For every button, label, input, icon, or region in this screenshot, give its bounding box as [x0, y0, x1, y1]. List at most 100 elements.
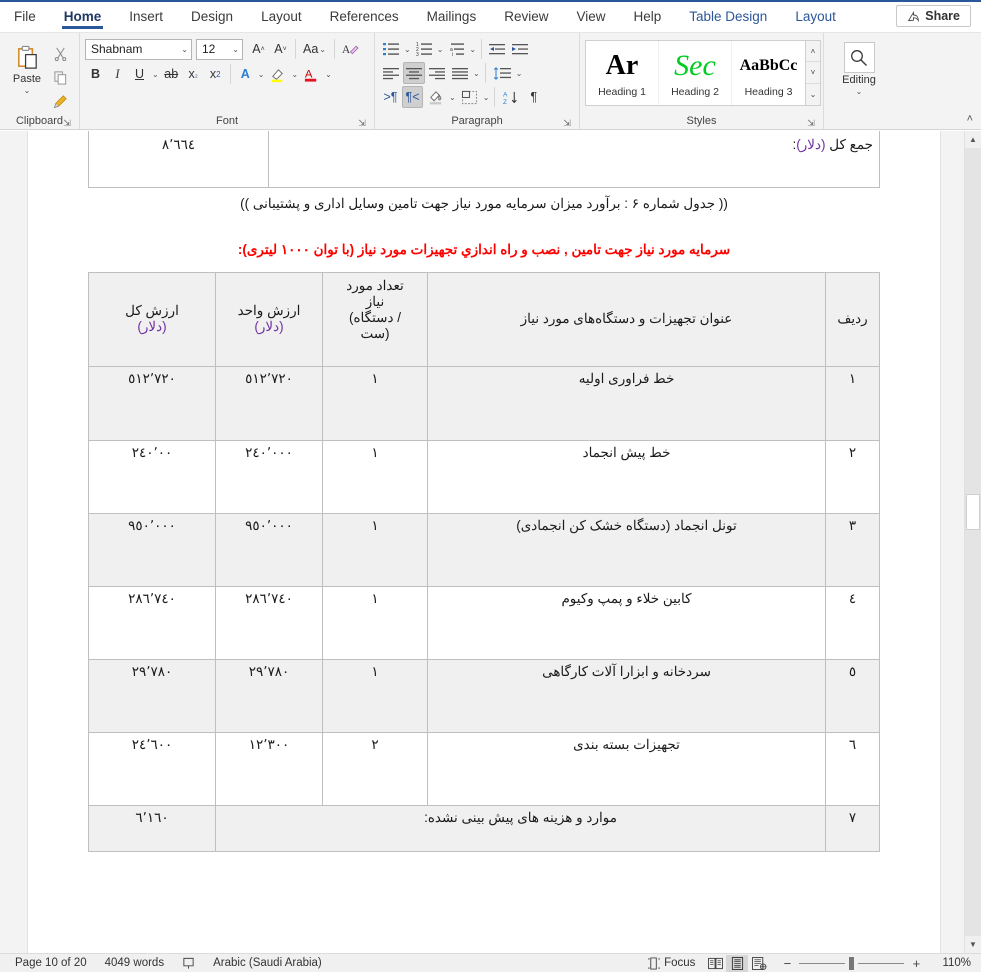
borders-icon[interactable]	[458, 86, 481, 108]
line-spacing-icon[interactable]	[490, 62, 514, 84]
bold-button[interactable]: B	[85, 63, 106, 85]
print-layout-button[interactable]	[726, 954, 749, 972]
text-effects-icon[interactable]: A	[235, 63, 256, 85]
zoom-level[interactable]: 110%	[933, 957, 975, 969]
decrease-font-size-icon[interactable]: A ˅	[270, 38, 291, 60]
strikethrough-button[interactable]: ab	[161, 63, 182, 85]
tab-layout[interactable]: Layout	[247, 0, 316, 32]
focus-mode-button[interactable]: Focus	[639, 957, 704, 970]
tab-table-design[interactable]: Table Design	[675, 0, 781, 32]
summary-table[interactable]: ٨٬٦٦٤ جمع کل (دلار):	[88, 131, 880, 188]
styles-scroll-up-icon[interactable]: ˄	[806, 41, 820, 62]
font-size-combobox[interactable]: 12 ⌄	[196, 38, 243, 60]
scrollbar-track[interactable]	[965, 148, 981, 936]
tab-home[interactable]: Home	[50, 0, 116, 32]
scroll-down-icon[interactable]: ▼	[965, 936, 981, 953]
font-size-chevron-down-icon[interactable]: ⌄	[226, 45, 239, 54]
proofing-status-icon[interactable]	[173, 957, 204, 970]
zoom-handle[interactable]	[849, 956, 855, 970]
underline-button[interactable]: U	[129, 63, 150, 85]
tab-references[interactable]: References	[316, 0, 413, 32]
align-right-icon[interactable]	[426, 62, 448, 84]
editing-chevron-down-icon[interactable]: ⌄	[855, 87, 864, 96]
tab-review[interactable]: Review	[490, 0, 562, 32]
tab-table-layout[interactable]: Layout	[781, 0, 850, 32]
justify-icon[interactable]	[449, 62, 471, 84]
underline-chevron-down-icon[interactable]: ⌄	[151, 70, 160, 79]
superscript-button[interactable]: x2	[205, 63, 226, 85]
numbering-chevron-down-icon[interactable]: ⌄	[436, 45, 445, 54]
text-highlight-color-icon[interactable]	[266, 63, 289, 85]
zoom-in-button[interactable]: +	[908, 956, 924, 971]
text-effects-chevron-down-icon[interactable]: ⌄	[257, 70, 266, 79]
web-layout-button[interactable]	[748, 955, 770, 972]
change-case-icon[interactable]: Aa ⌄	[300, 38, 330, 60]
paragraph-dialog-launcher-icon[interactable]: ⇲	[562, 118, 572, 128]
scroll-up-icon[interactable]: ▲	[965, 131, 981, 148]
tab-design[interactable]: Design	[177, 0, 247, 32]
document-page[interactable]: ٨٬٦٦٤ جمع کل (دلار): (( جدول شماره ۶ : ب…	[28, 131, 940, 953]
collapse-ribbon-icon[interactable]: ˄	[967, 113, 973, 125]
format-painter-icon[interactable]	[49, 90, 71, 112]
page-indicator[interactable]: Page 10 of 20	[6, 957, 96, 969]
style-heading-1[interactable]: Ar Heading 1	[586, 41, 659, 105]
copy-icon[interactable]	[49, 66, 71, 88]
vertical-scrollbar[interactable]: ▲ ▼	[964, 131, 981, 953]
rtl-text-direction-icon[interactable]: ¶<	[402, 86, 423, 108]
italic-button[interactable]: I	[107, 63, 128, 85]
styles-more-icon[interactable]: ⌄	[806, 84, 820, 105]
font-family-chevron-down-icon[interactable]: ⌄	[175, 45, 188, 54]
align-left-icon[interactable]	[380, 62, 402, 84]
font-color-chevron-down-icon[interactable]: ⌄	[324, 70, 333, 79]
highlight-chevron-down-icon[interactable]: ⌄	[290, 70, 299, 79]
borders-chevron-down-icon[interactable]: ⌄	[482, 93, 491, 102]
font-dialog-launcher-icon[interactable]: ⇲	[357, 118, 367, 128]
scrollbar-thumb[interactable]	[966, 494, 980, 530]
styles-scroll-down-icon[interactable]: ˅	[806, 63, 820, 84]
bullets-icon[interactable]	[380, 38, 402, 60]
tab-view[interactable]: View	[562, 0, 619, 32]
tab-file[interactable]: File	[0, 0, 50, 32]
numbering-icon[interactable]: 123	[413, 38, 435, 60]
increase-font-size-icon[interactable]: A ˄	[248, 38, 269, 60]
styles-gallery-scrollbar[interactable]: ˄ ˅ ⌄	[805, 41, 820, 105]
clipboard-dialog-launcher-icon[interactable]: ⇲	[62, 118, 72, 128]
equipment-table[interactable]: ارزش کل (دلار) ارزش واحد (دلار) تعداد مو…	[88, 271, 880, 852]
styles-gallery[interactable]: Ar Heading 1 Sec Heading 2 AaBbCc Headin…	[585, 40, 821, 106]
editing-button[interactable]: Editing ⌄	[837, 38, 881, 96]
paste-button[interactable]: Paste ⌄	[5, 38, 49, 95]
word-count[interactable]: 4049 words	[96, 957, 173, 969]
clear-formatting-icon[interactable]: A	[339, 38, 362, 60]
shading-chevron-down-icon[interactable]: ⌄	[448, 93, 457, 102]
line-spacing-chevron-down-icon[interactable]: ⌄	[515, 69, 524, 78]
multilevel-chevron-down-icon[interactable]: ⌄	[468, 45, 477, 54]
read-mode-button[interactable]	[704, 955, 726, 972]
sort-icon[interactable]: AZ	[499, 86, 522, 108]
language-indicator[interactable]: Arabic (Saudi Arabia)	[204, 957, 331, 969]
font-family-combobox[interactable]: Shabnam ⌄	[85, 38, 192, 60]
zoom-out-button[interactable]: −	[779, 956, 795, 971]
ltr-text-direction-icon[interactable]: >¶	[380, 86, 401, 108]
decrease-indent-icon[interactable]	[486, 38, 508, 60]
styles-dialog-launcher-icon[interactable]: ⇲	[806, 118, 816, 128]
font-color-icon[interactable]: A	[300, 63, 323, 85]
show-formatting-marks-icon[interactable]: ¶	[523, 86, 544, 108]
share-button[interactable]: Share	[896, 5, 971, 27]
tab-insert[interactable]: Insert	[115, 0, 177, 32]
subscript-button[interactable]: x₂	[183, 63, 204, 85]
bullets-chevron-down-icon[interactable]: ⌄	[403, 45, 412, 54]
increase-indent-icon[interactable]	[509, 38, 531, 60]
zoom-track-right[interactable]	[858, 962, 905, 964]
cut-icon[interactable]	[49, 42, 71, 64]
tab-help[interactable]: Help	[620, 0, 676, 32]
paste-chevron-down-icon[interactable]: ⌄	[23, 86, 32, 95]
zoom-track-left[interactable]	[799, 962, 846, 964]
zoom-slider[interactable]: − +	[770, 956, 933, 971]
tab-mailings[interactable]: Mailings	[413, 0, 491, 32]
multilevel-list-icon[interactable]: ai	[445, 38, 467, 60]
shading-icon[interactable]	[424, 86, 447, 108]
justify-chevron-down-icon[interactable]: ⌄	[472, 69, 481, 78]
style-heading-2[interactable]: Sec Heading 2	[659, 41, 732, 105]
style-heading-3[interactable]: AaBbCc Heading 3	[732, 41, 805, 105]
align-center-icon[interactable]	[403, 62, 425, 84]
